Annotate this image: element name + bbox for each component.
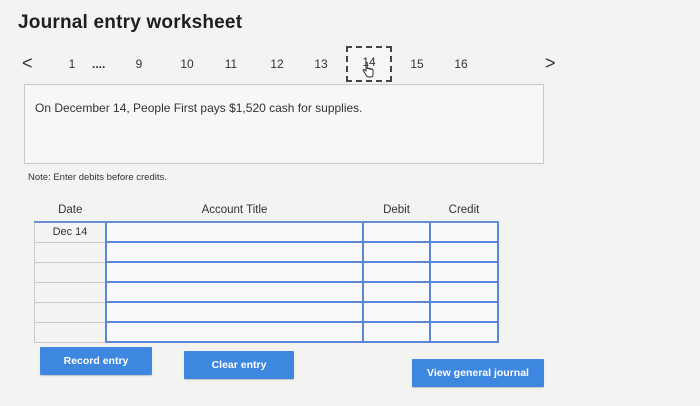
prev-page-arrow-icon[interactable]: <	[22, 53, 33, 74]
header-date: Date	[34, 199, 106, 223]
account-title-input[interactable]	[105, 221, 364, 243]
debit-input[interactable]	[362, 321, 431, 343]
account-title-input[interactable]	[105, 241, 364, 263]
page-link-11[interactable]: 11	[216, 57, 246, 71]
question-text: On December 14, People First pays $1,520…	[35, 101, 363, 115]
table-row	[34, 281, 499, 303]
account-title-input[interactable]	[105, 281, 364, 303]
date-cell	[34, 262, 106, 283]
credit-input[interactable]	[429, 241, 499, 263]
question-box: On December 14, People First pays $1,520…	[24, 84, 544, 164]
clear-entry-button[interactable]: Clear entry	[184, 351, 294, 379]
page-link-16[interactable]: 16	[446, 57, 476, 71]
credit-input[interactable]	[429, 281, 499, 303]
debit-input[interactable]	[362, 281, 431, 303]
account-title-input[interactable]	[105, 321, 364, 343]
table-row: Dec 14	[34, 221, 499, 243]
page-link-12[interactable]: 12	[262, 57, 292, 71]
date-cell: Dec 14	[34, 222, 106, 243]
date-cell	[34, 282, 106, 303]
view-general-journal-button[interactable]: View general journal	[412, 359, 544, 387]
table-row	[34, 241, 499, 263]
page-link-15[interactable]: 15	[402, 57, 432, 71]
page-link-1[interactable]: 1	[57, 57, 87, 71]
account-title-input[interactable]	[105, 261, 364, 283]
table-row	[34, 261, 499, 283]
hand-cursor-icon	[362, 62, 374, 78]
page-ellipsis: ....	[92, 57, 106, 71]
debit-input[interactable]	[362, 301, 431, 323]
header-credit: Credit	[430, 199, 498, 223]
instruction-note: Note: Enter debits before credits.	[28, 172, 167, 183]
credit-input[interactable]	[429, 301, 499, 323]
header-account-title: Account Title	[106, 199, 363, 223]
next-page-arrow-icon[interactable]: >	[545, 53, 556, 74]
header-debit: Debit	[363, 199, 430, 223]
date-cell	[34, 242, 106, 263]
debit-input[interactable]	[362, 261, 431, 283]
account-title-input[interactable]	[105, 301, 364, 323]
table-row	[34, 321, 499, 343]
table-row	[34, 301, 499, 323]
date-cell	[34, 322, 106, 343]
date-cell	[34, 302, 106, 323]
page-link-14-active[interactable]: 14	[346, 46, 392, 82]
page-link-9[interactable]: 9	[124, 57, 154, 71]
debit-input[interactable]	[362, 241, 431, 263]
debit-input[interactable]	[362, 221, 431, 243]
record-entry-button[interactable]: Record entry	[40, 347, 152, 375]
credit-input[interactable]	[429, 261, 499, 283]
page-link-10[interactable]: 10	[172, 57, 202, 71]
credit-input[interactable]	[429, 221, 499, 243]
page-title: Journal entry worksheet	[18, 12, 243, 33]
page-link-13[interactable]: 13	[306, 57, 336, 71]
journal-table: Date Account Title Debit Credit Dec 14	[34, 199, 499, 343]
credit-input[interactable]	[429, 321, 499, 343]
